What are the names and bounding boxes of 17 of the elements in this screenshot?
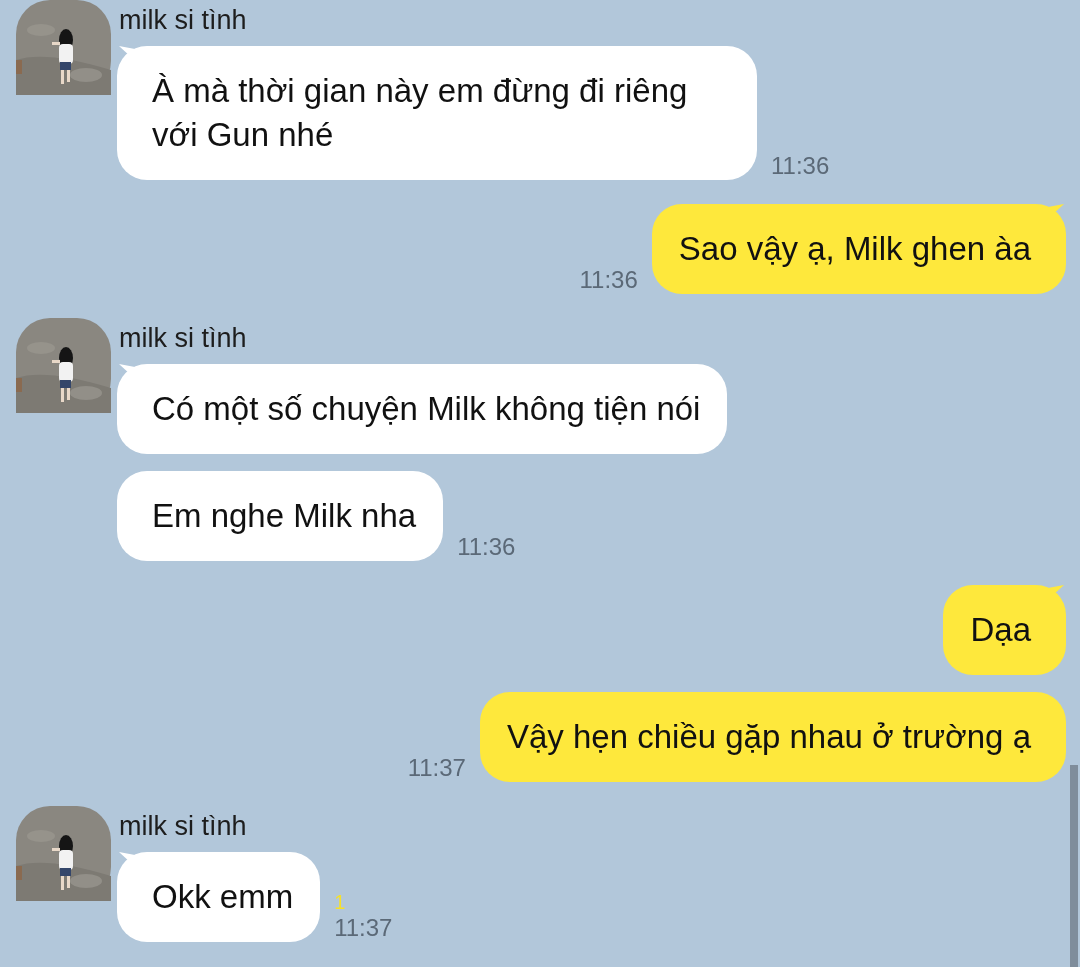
message-bubble: Sao vậy ạ, Milk ghen àa: [651, 204, 1066, 294]
message-time: 11:36: [457, 533, 516, 561]
message-bubble: Em nghe Milk nha: [117, 471, 444, 561]
message-bubble: Vậy hẹn chiều gặp nhau ở trường ạ: [479, 692, 1066, 782]
message-time: 11:36: [771, 152, 830, 180]
message-bubble: Có một số chuyện Milk không tiện nói: [117, 364, 728, 454]
message-time: 11:37: [334, 914, 393, 942]
message-time: 11:36: [579, 266, 638, 294]
scrollbar[interactable]: [1070, 765, 1078, 967]
message-bubble: Okk emm: [117, 852, 321, 942]
sender-name: milk si tình: [119, 4, 248, 36]
message-time: 11:37: [407, 754, 466, 782]
sender-name: milk si tình: [119, 322, 248, 354]
message-bubble: À mà thời gian này em đừng đi riêng với Gun nhé: [117, 46, 757, 180]
message-bubble: Dạa: [943, 585, 1066, 675]
sender-name: milk si tình: [119, 810, 248, 842]
unread-count: 1: [334, 890, 346, 914]
